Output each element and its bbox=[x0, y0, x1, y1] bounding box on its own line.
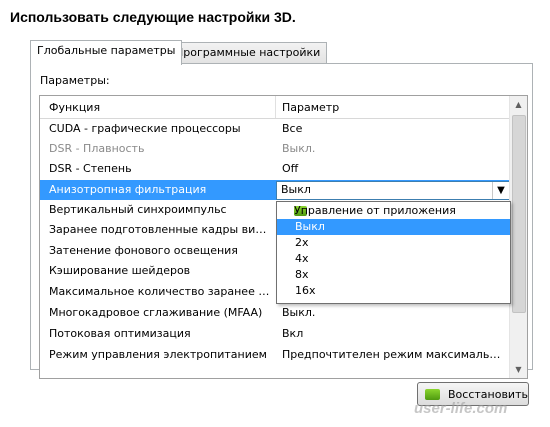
dropdown-option-4x[interactable]: 4x bbox=[277, 251, 510, 267]
row-function: CUDA - графические процессоры bbox=[49, 122, 241, 135]
row-function: Затенение фонового освещения bbox=[49, 244, 238, 257]
column-header-value[interactable]: Параметр bbox=[282, 101, 339, 114]
table-row[interactable]: Многокадровое сглаживание (MFAA) Выкл. bbox=[40, 303, 509, 323]
value-dropdown-list: Управление от приложения Выкл 2x 4x 8x 1… bbox=[276, 201, 511, 304]
table-row[interactable]: CUDA - графические процессоры Все bbox=[40, 119, 509, 139]
value-combobox[interactable]: Выкл ▼ bbox=[276, 181, 510, 200]
row-function: Режим управления электропитанием bbox=[49, 348, 267, 361]
table-row: DSR - Плавность Выкл. bbox=[40, 139, 509, 159]
column-divider[interactable] bbox=[275, 96, 276, 118]
table-row[interactable]: DSR - Степень Off bbox=[40, 159, 509, 179]
grid-header: Функция Параметр bbox=[40, 96, 509, 119]
grid-scrollbar[interactable]: ▲ ▼ bbox=[509, 96, 527, 378]
row-function: Потоковая оптимизация bbox=[49, 327, 191, 340]
scroll-up-icon[interactable]: ▲ bbox=[510, 96, 527, 113]
column-header-function[interactable]: Функция bbox=[49, 101, 100, 114]
row-function: Кэширование шейдеров bbox=[49, 264, 191, 277]
table-row-selected[interactable]: Анизотропная фильтрация Выкл ▼ bbox=[40, 180, 510, 200]
dropdown-option-app-controlled[interactable]: Управление от приложения bbox=[277, 203, 510, 219]
row-value: Выкл. bbox=[282, 142, 316, 155]
dropdown-option-8x[interactable]: 8x bbox=[277, 267, 510, 283]
table-row[interactable]: Режим управления электропитанием Предпоч… bbox=[40, 345, 509, 365]
dropdown-option-off[interactable]: Выкл bbox=[277, 219, 510, 235]
params-label: Параметры: bbox=[40, 74, 110, 87]
row-function: Максимальное количество заранее под... bbox=[49, 285, 271, 298]
row-function: Анизотропная фильтрация bbox=[49, 183, 207, 196]
row-function: DSR - Степень bbox=[49, 162, 132, 175]
watermark: user-life.com bbox=[414, 400, 508, 417]
row-value: Все bbox=[282, 122, 303, 135]
table-row[interactable]: Потоковая оптимизация Вкл bbox=[40, 324, 509, 344]
page-heading: Использовать следующие настройки 3D. bbox=[10, 9, 296, 25]
row-value: Предпочтителен режим максимальной п... bbox=[282, 348, 504, 361]
chevron-down-icon[interactable]: ▼ bbox=[492, 182, 509, 199]
nvidia-logo-icon bbox=[425, 389, 440, 400]
row-function: DSR - Плавность bbox=[49, 142, 145, 155]
tab-program-settings[interactable]: Программные настройки bbox=[168, 42, 328, 63]
combobox-value: Выкл bbox=[281, 183, 311, 196]
row-value: Выкл. bbox=[282, 306, 316, 319]
tab-global-settings[interactable]: Глобальные параметры bbox=[30, 40, 183, 65]
row-function: Многокадровое сглаживание (MFAA) bbox=[49, 306, 263, 319]
row-function: Заранее подготовленные кадры вирту... bbox=[49, 223, 271, 236]
scroll-down-icon[interactable]: ▼ bbox=[510, 361, 527, 378]
dropdown-option-16x[interactable]: 16x bbox=[277, 283, 510, 299]
row-value: Вкл bbox=[282, 327, 304, 340]
dropdown-option-2x[interactable]: 2x bbox=[277, 235, 510, 251]
row-value: Off bbox=[282, 162, 299, 175]
row-function: Вертикальный синхроимпульс bbox=[49, 203, 227, 216]
scrollbar-thumb[interactable] bbox=[512, 115, 526, 313]
